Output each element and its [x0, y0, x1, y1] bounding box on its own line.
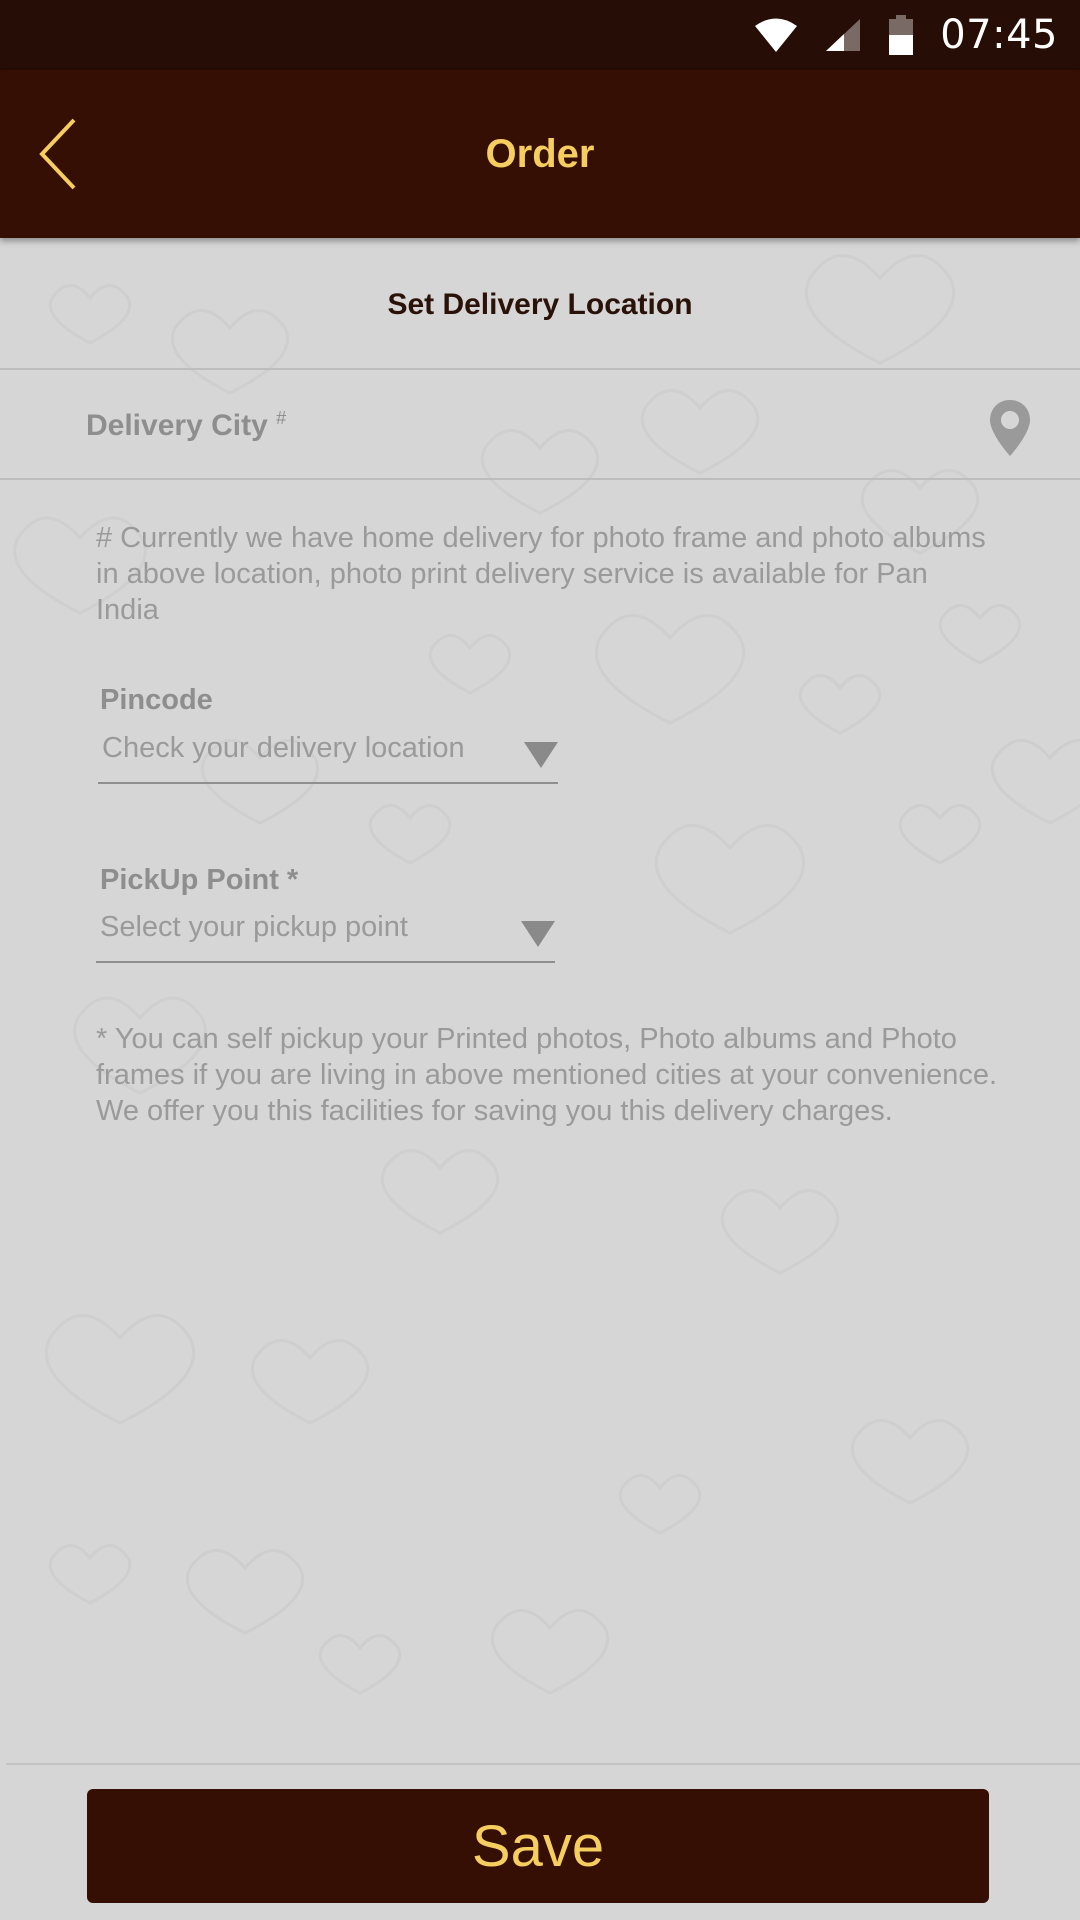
pincode-placeholder: Check your delivery location [102, 732, 465, 764]
location-pin-icon[interactable] [986, 398, 1034, 458]
section-title: Set Delivery Location [387, 288, 693, 321]
back-button[interactable] [30, 114, 90, 194]
signal-icon [826, 19, 861, 51]
status-bar: 07:45 [0, 0, 1080, 70]
status-icons: 07:45 [754, 0, 1058, 70]
delivery-city-field[interactable]: Delivery City # [0, 370, 1080, 480]
footer-divider [6, 1763, 1080, 1765]
battery-icon [889, 15, 914, 55]
pickup-point-select[interactable]: Select your pickup point [96, 905, 555, 963]
delivery-note: # Currently we have home delivery for ph… [96, 522, 986, 626]
save-button[interactable]: Save [87, 1789, 989, 1903]
delivery-city-marker: # [276, 408, 287, 428]
dropdown-arrow-icon [524, 742, 558, 768]
order-form: Set Delivery Location Delivery City # # … [0, 238, 1080, 1920]
pickup-point-label: PickUp Point * [100, 864, 299, 896]
pickup-point-placeholder: Select your pickup point [100, 911, 408, 943]
page-title: Order [485, 132, 595, 176]
divider [0, 478, 1080, 480]
delivery-city-label: Delivery City # [86, 408, 286, 443]
dropdown-arrow-icon [521, 921, 555, 947]
pincode-label: Pincode [100, 684, 213, 716]
chevron-left-icon [39, 118, 76, 190]
app-bar: Order [0, 70, 1080, 238]
delivery-city-label-text: Delivery City [86, 409, 268, 442]
wifi-icon [755, 18, 798, 52]
pickup-note: * You can self pickup your Printed photo… [96, 1023, 998, 1127]
status-time: 07:45 [940, 12, 1058, 58]
pincode-select[interactable]: Check your delivery location [98, 726, 558, 784]
